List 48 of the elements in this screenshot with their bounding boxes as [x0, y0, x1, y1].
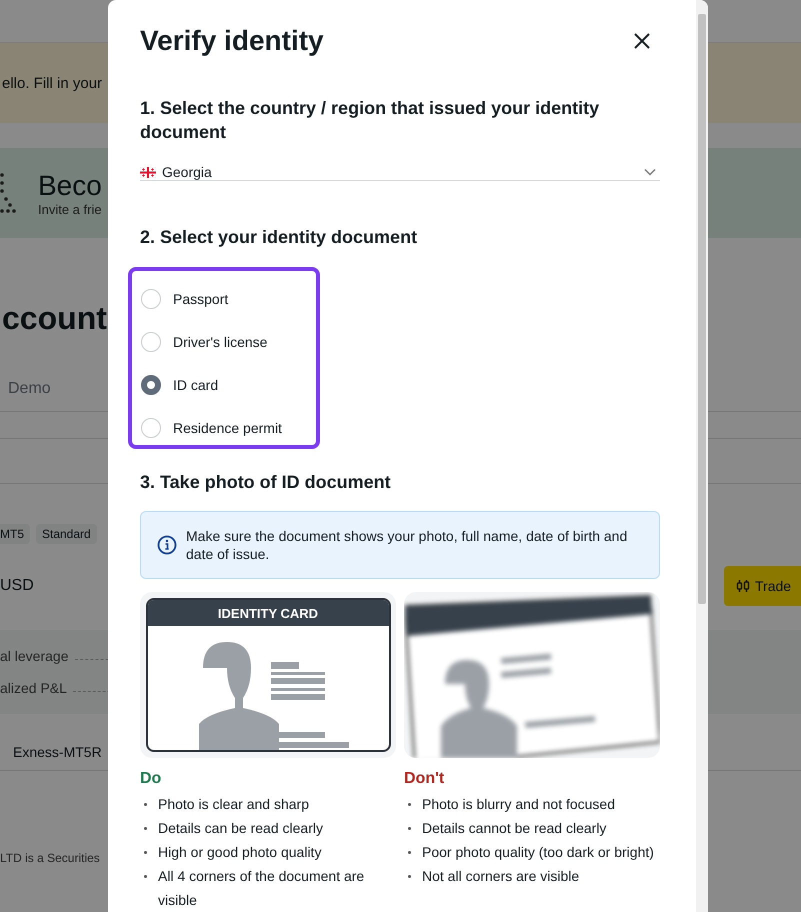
banner-text: ello. Fill in your: [2, 74, 102, 92]
guide-heading: Don't: [404, 770, 446, 788]
bullet-icon: [408, 803, 411, 806]
dots-icon: [0, 171, 16, 215]
stat-label: alized P&L: [0, 680, 67, 696]
section-heading: 3. Take photo of ID document: [140, 471, 392, 494]
guide-tip: High or good photo quality: [158, 843, 322, 862]
scrollbar[interactable]: [696, 0, 708, 912]
stat-label: al leverage: [0, 648, 68, 664]
guide-tip: Not all corners are visible: [422, 867, 580, 886]
bullet-icon: [408, 827, 411, 830]
footer-text: LTD is a Securities: [0, 851, 100, 865]
guide-heading: Do: [140, 770, 162, 788]
account-tag: MT5: [0, 524, 30, 544]
guide-tip: Photo is clear and sharp: [158, 795, 309, 814]
document-option[interactable]: Driver's license: [141, 320, 316, 363]
chevron-down-icon: [644, 168, 656, 176]
bullet-icon: [408, 851, 411, 854]
info-text: Make sure the document shows your photo, full name, date of birth and date of issue.: [186, 527, 628, 563]
country-select[interactable]: Georgia: [140, 164, 660, 181]
section-heading: 2. Select your identity document: [140, 226, 418, 249]
guide-tip: All 4 corners of the document are visible: [158, 867, 366, 910]
flag-icon: [140, 166, 156, 178]
currency-text: USD: [0, 577, 34, 595]
bullet-icon: [144, 803, 147, 806]
guide-tip: Photo is blurry and not focused: [422, 795, 616, 814]
account-tag: Standard: [36, 524, 97, 544]
bullet-icon: [144, 827, 147, 830]
info-icon: [157, 535, 177, 555]
server-name: Exness-MT5R: [13, 743, 102, 762]
radio-button[interactable]: [141, 374, 161, 394]
bullet-icon: [144, 851, 147, 854]
bullet-icon: [408, 875, 411, 878]
trade-button[interactable]: Trade: [724, 566, 801, 606]
document-option[interactable]: Passport: [141, 277, 316, 320]
card-title: IDENTITY CARD: [148, 600, 388, 626]
promo-subtitle: Invite a frie: [38, 202, 102, 216]
document-option[interactable]: Residence permit: [141, 406, 316, 449]
section-heading: 1. Select the country / region that issued your identity document: [140, 97, 600, 144]
guide-tip: Poor photo quality (too dark or bright): [422, 843, 654, 862]
guide-tip: Details cannot be read clearly: [422, 819, 606, 838]
bullet-icon: [144, 875, 147, 878]
promo-title: Beco: [38, 170, 102, 202]
page-heading: ccount: [2, 300, 107, 337]
candlestick-icon: [736, 579, 750, 593]
dialog-title: Verify identity: [140, 24, 324, 58]
guide-tip: Details can be read clearly: [158, 819, 323, 838]
document-option[interactable]: ID card: [141, 363, 316, 406]
